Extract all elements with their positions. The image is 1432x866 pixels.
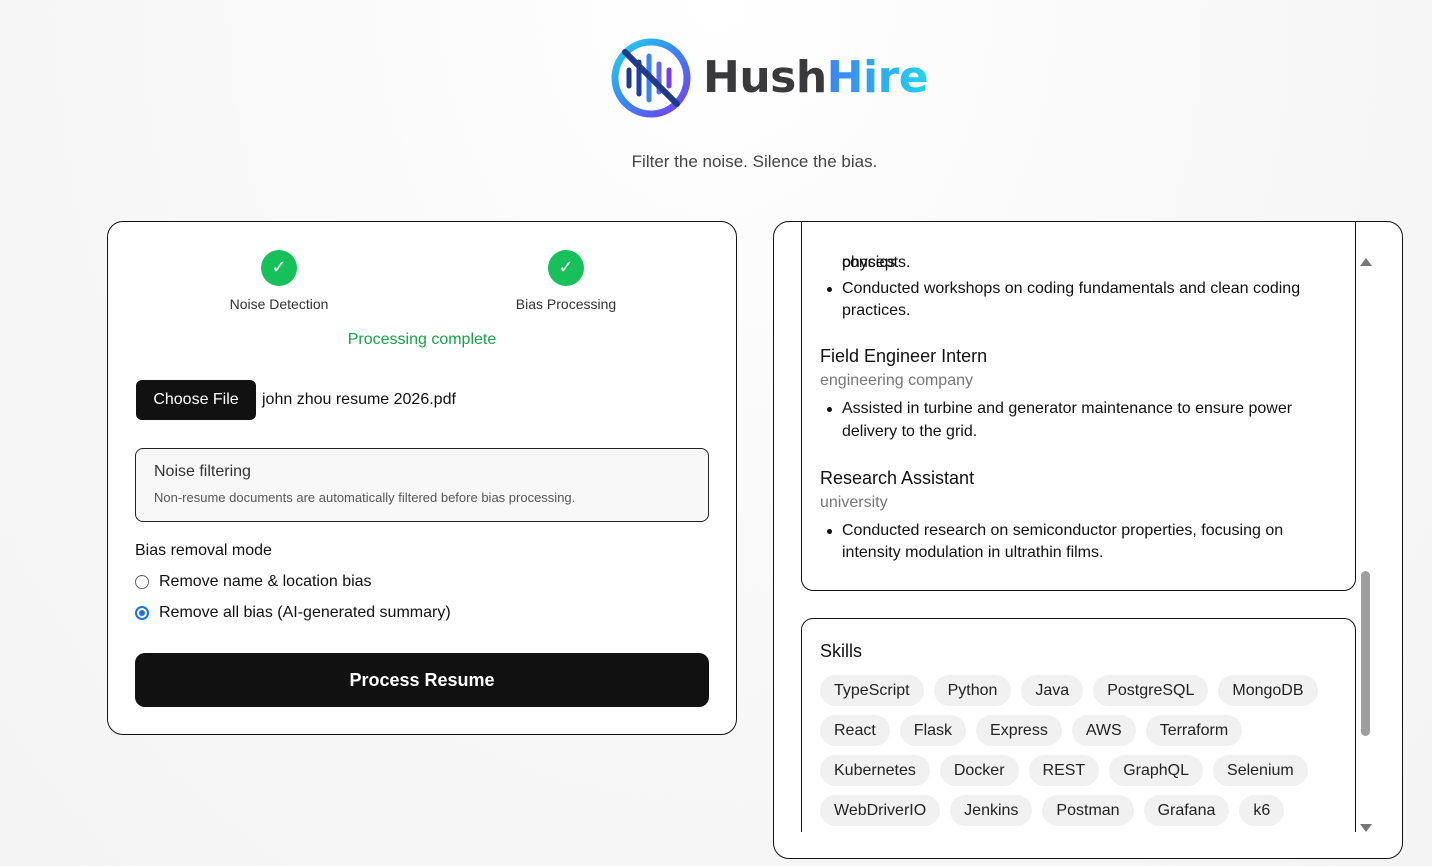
list-item-continuation: intensity modulation in ultrathin films. <box>842 544 1104 561</box>
skill-chip: TypeScript <box>820 675 924 706</box>
skill-chip: Selenium <box>1213 755 1308 786</box>
list-item: Conducted workshops on coding fundamenta… <box>827 278 1302 301</box>
skills-list: TypeScript Python Java PostgreSQL MongoD… <box>820 675 1320 826</box>
skill-chip: Kubernetes <box>820 755 930 786</box>
skill-chip: Express <box>976 715 1062 746</box>
skill-chip: Postman <box>1042 795 1134 826</box>
status-message: Processing complete <box>347 331 497 348</box>
list-item-continuation: delivery to the grid. <box>842 423 978 440</box>
skill-chip: Grafana <box>1143 795 1230 826</box>
list-item: Assisted in turbine and generator mainte… <box>827 398 1302 421</box>
list-item-continuation: concepts. <box>842 254 911 271</box>
skill-chip: Docker <box>939 755 1019 786</box>
check-icon: ✓ <box>548 250 584 286</box>
progress-steps: ✓ Noise Detection ✓ Bias Processing <box>108 250 736 320</box>
step-bias-processing: ✓ Bias Processing <box>466 250 666 312</box>
radio-button[interactable] <box>135 606 149 620</box>
hushhire-logo-icon <box>611 38 691 118</box>
radio-label[interactable]: Remove name & location bias <box>159 573 372 591</box>
radio-remove-all-bias[interactable]: Remove all bias (AI-generated summary) <box>135 604 451 622</box>
brand-name: HushHire <box>703 52 929 103</box>
skill-chip: Jenkins <box>950 795 1033 826</box>
list-item: Conducted research on semiconductor prop… <box>827 520 1302 543</box>
skill-chip: k6 <box>1239 795 1285 826</box>
result-scroll-area[interactable]: Guided students in building functional r… <box>774 222 1356 832</box>
skill-chip: MongoDB <box>1218 675 1318 706</box>
tagline: Filter the noise. Silence the bias. <box>631 152 878 171</box>
skill-chip: GraphQL <box>1109 755 1204 786</box>
scroll-up-arrow-icon[interactable] <box>1360 258 1372 266</box>
step-label: Bias Processing <box>515 296 617 312</box>
file-input: Choose File john zhou resume 2026.pdf <box>136 380 456 420</box>
job-title: Field Engineer Intern <box>820 346 988 366</box>
list-item-continuation: practices. <box>842 302 911 319</box>
skill-chip: Flask <box>899 715 967 746</box>
selected-file-name: john zhou resume 2026.pdf <box>262 391 456 408</box>
brand-logo: HushHire <box>607 34 929 122</box>
skill-chip: PostgreSQL <box>1093 675 1209 706</box>
skill-chip: WebDriverIO <box>820 795 941 826</box>
skill-chip: Python <box>933 675 1012 706</box>
job-organization: engineering company <box>820 372 973 389</box>
skill-chip: Java <box>1021 675 1084 706</box>
skill-chip: Terraform <box>1145 715 1243 746</box>
step-label: Noise Detection <box>229 296 329 312</box>
job-organization: university <box>820 494 888 511</box>
scrollbar-thumb[interactable] <box>1361 571 1370 736</box>
skills-section: Skills TypeScript Python Java PostgreSQL… <box>801 618 1356 832</box>
check-icon: ✓ <box>261 250 297 286</box>
experience-section: Guided students in building functional r… <box>801 222 1356 591</box>
job-title: Research Assistant <box>820 468 975 488</box>
skill-chip: React <box>820 715 890 746</box>
vertical-scrollbar[interactable] <box>1359 250 1373 832</box>
noise-filtering-description: Non-resume documents are automatically f… <box>154 490 576 505</box>
skill-chip: REST <box>1028 755 1100 786</box>
radio-label[interactable]: Remove all bias (AI-generated summary) <box>159 604 451 622</box>
choose-file-button[interactable]: Choose File <box>136 380 256 420</box>
result-panel[interactable]: Guided students in building functional r… <box>773 221 1403 859</box>
step-noise-detection: ✓ Noise Detection <box>179 250 379 312</box>
experience-content: Guided students in building functional r… <box>802 250 1355 572</box>
noise-filtering-info: Noise filtering Non-resume documents are… <box>135 448 709 522</box>
bias-mode-label: Bias removal mode <box>135 542 272 559</box>
process-resume-button[interactable]: Process Resume <box>135 653 709 707</box>
upload-panel: ✓ Noise Detection ✓ Bias Processing Proc… <box>107 221 737 735</box>
skill-chip: AWS <box>1071 715 1136 746</box>
scroll-down-arrow-icon[interactable] <box>1360 824 1372 832</box>
radio-remove-name-location[interactable]: Remove name & location bias <box>135 573 372 591</box>
radio-button[interactable] <box>135 575 149 589</box>
skills-title: Skills <box>820 641 863 661</box>
noise-filtering-title: Noise filtering <box>154 463 251 480</box>
